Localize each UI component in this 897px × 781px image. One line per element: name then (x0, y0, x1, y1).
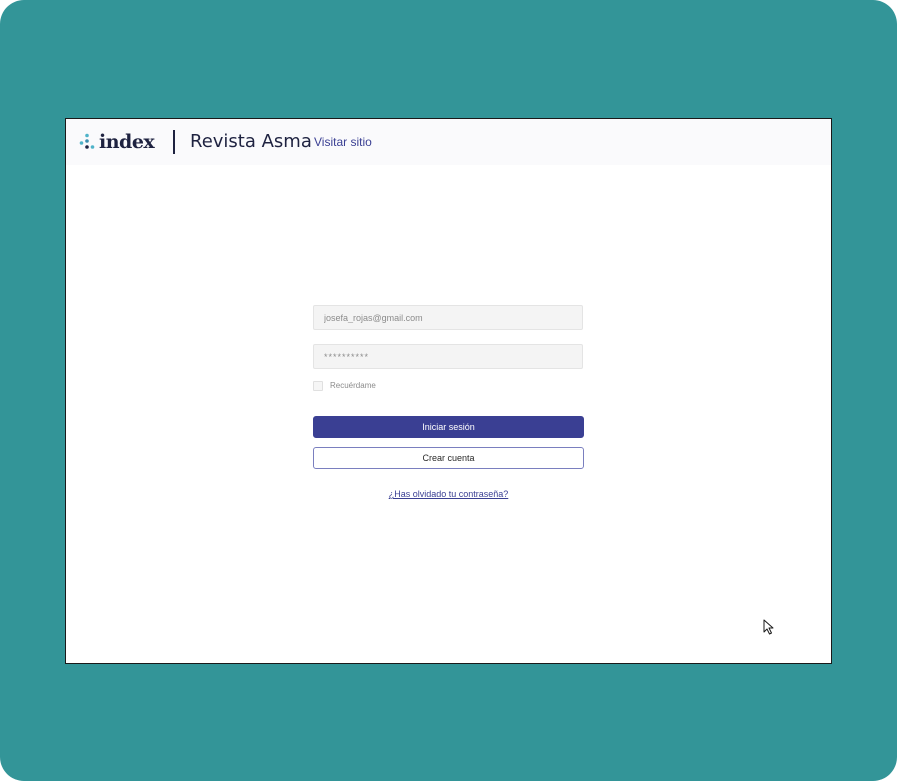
remember-me: Recuérdame (313, 381, 376, 391)
dots-logo-icon (79, 133, 95, 149)
login-button[interactable]: Iniciar sesión (313, 416, 584, 438)
forgot-password-link[interactable]: ¿Has olvidado tu contraseña? (313, 489, 584, 500)
top-header: index Revista Asma Visitar sitio (66, 119, 831, 165)
logo-text: index (99, 131, 155, 153)
email-field[interactable] (313, 305, 583, 330)
remember-checkbox[interactable] (313, 381, 323, 391)
site-name: Revista Asma (190, 131, 312, 152)
browser-window: index Revista Asma Visitar sitio Recuérd… (65, 118, 832, 664)
visit-site-link[interactable]: Visitar sitio (314, 135, 372, 149)
index-logo[interactable]: index (78, 131, 155, 153)
password-field[interactable] (313, 344, 583, 369)
create-account-button[interactable]: Crear cuenta (313, 447, 584, 469)
header-divider (173, 130, 175, 154)
remember-label: Recuérdame (330, 381, 376, 390)
mouse-pointer-icon (763, 619, 774, 635)
background-frame: index Revista Asma Visitar sitio Recuérd… (0, 0, 897, 781)
